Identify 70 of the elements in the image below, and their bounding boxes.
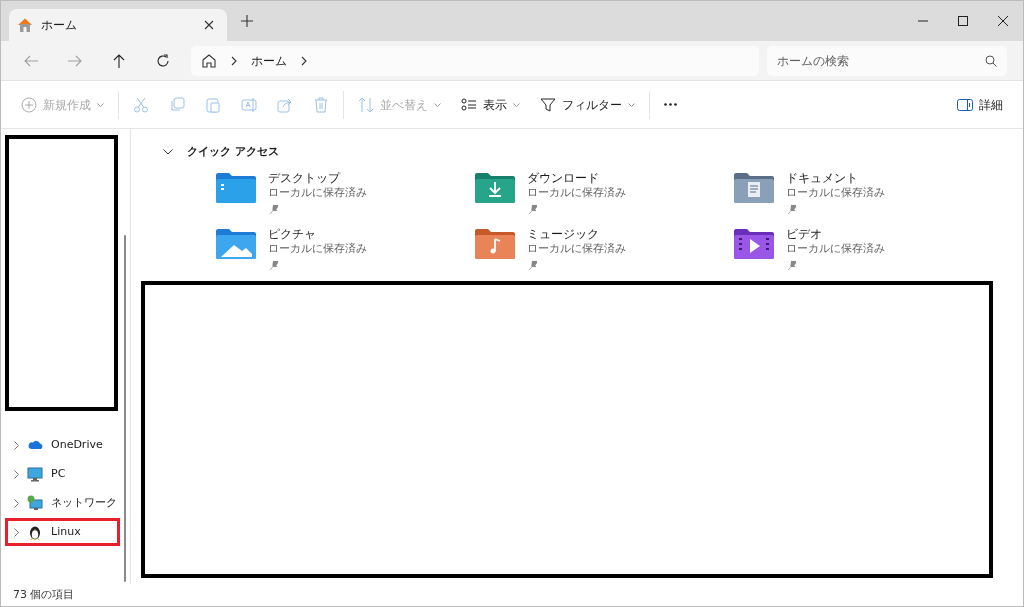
filter-button[interactable]: フィルター xyxy=(530,88,645,121)
nav-pane-item[interactable]: PC xyxy=(5,460,120,488)
document-folder-icon xyxy=(734,171,774,203)
chevron-right-icon xyxy=(14,498,19,508)
chevron-right-icon xyxy=(301,55,307,66)
breadcrumb[interactable]: ホーム xyxy=(251,51,287,70)
download-folder-icon xyxy=(475,171,515,203)
tab-label: ホーム xyxy=(41,17,78,34)
details-pane-icon xyxy=(957,97,973,112)
item-status: ローカルに保存済み xyxy=(268,186,367,200)
home-icon xyxy=(17,17,33,33)
quick-access-item[interactable]: ダウンロード ローカルに保存済み xyxy=(475,169,734,221)
music-folder-icon xyxy=(475,227,515,259)
chevron-right-icon xyxy=(14,469,19,479)
item-status: ローカルに保存済み xyxy=(527,186,626,200)
item-name: ビデオ xyxy=(786,227,823,242)
maximize-icon xyxy=(958,16,968,26)
plus-circle-icon xyxy=(21,96,37,113)
item-name: ピクチャ xyxy=(268,227,317,242)
quick-access-item[interactable]: ドキュメント ローカルに保存済み xyxy=(734,169,993,221)
folder-icon xyxy=(216,171,256,203)
filter-icon xyxy=(540,96,556,113)
nav-pane-item[interactable]: ネットワーク xyxy=(5,489,120,517)
item-count: 73 個の項目 xyxy=(13,586,75,603)
up-arrow-icon xyxy=(111,52,127,69)
network-icon xyxy=(27,495,43,511)
item-name: ダウンロード xyxy=(527,171,600,186)
quick-access-item[interactable]: デスクトップ ローカルに保存済み xyxy=(216,169,475,221)
chevron-down-icon xyxy=(163,149,173,155)
penguin-icon xyxy=(27,524,43,540)
chevron-right-icon xyxy=(14,440,19,450)
chevron-right-icon xyxy=(14,527,19,537)
close-icon xyxy=(998,16,1008,26)
scrollbar-thumb[interactable] xyxy=(124,235,126,582)
clipboard-icon xyxy=(205,96,221,113)
search-field[interactable]: ホームの検索 xyxy=(767,45,1007,76)
item-name: ミュージック xyxy=(527,227,600,242)
home-icon xyxy=(201,52,217,69)
view-button[interactable]: 表示 xyxy=(451,88,530,121)
more-icon xyxy=(664,103,677,106)
item-status: ローカルに保存済み xyxy=(786,186,885,200)
item-status: ローカルに保存済み xyxy=(786,242,885,256)
search-icon xyxy=(985,54,997,67)
copy-icon xyxy=(169,96,185,113)
nav-pane-item[interactable]: OneDrive xyxy=(5,431,120,459)
chevron-right-icon xyxy=(231,55,237,66)
monitor-icon xyxy=(27,466,43,482)
pictures-folder-icon xyxy=(216,227,256,259)
item-name: ドキュメント xyxy=(786,171,859,186)
scissors-icon xyxy=(133,96,149,113)
trash-icon xyxy=(313,96,329,113)
details-button[interactable]: 詳細 xyxy=(947,88,1013,121)
view-list-icon xyxy=(461,96,477,113)
video-folder-icon xyxy=(734,227,774,259)
quick-access-item[interactable]: ミュージック ローカルに保存済み xyxy=(475,225,734,277)
address-bar[interactable]: ホーム xyxy=(191,45,759,76)
nav-pane-item[interactable]: Linux xyxy=(5,518,120,546)
quick-access-item[interactable]: ビデオ ローカルに保存済み xyxy=(734,225,993,277)
item-status: ローカルに保存済み xyxy=(527,242,626,256)
close-icon xyxy=(204,20,214,30)
rename-icon xyxy=(241,96,257,113)
quick-access-item[interactable]: ピクチャ ローカルに保存済み xyxy=(216,225,475,277)
plus-icon xyxy=(241,15,253,27)
refresh-icon xyxy=(155,52,171,69)
tab[interactable]: ホーム xyxy=(9,9,227,41)
sort-icon xyxy=(358,96,374,113)
item-status: ローカルに保存済み xyxy=(268,242,367,256)
section-header[interactable]: クイック アクセス xyxy=(141,139,993,165)
share-icon xyxy=(277,96,293,113)
item-name: デスクトップ xyxy=(268,171,342,186)
